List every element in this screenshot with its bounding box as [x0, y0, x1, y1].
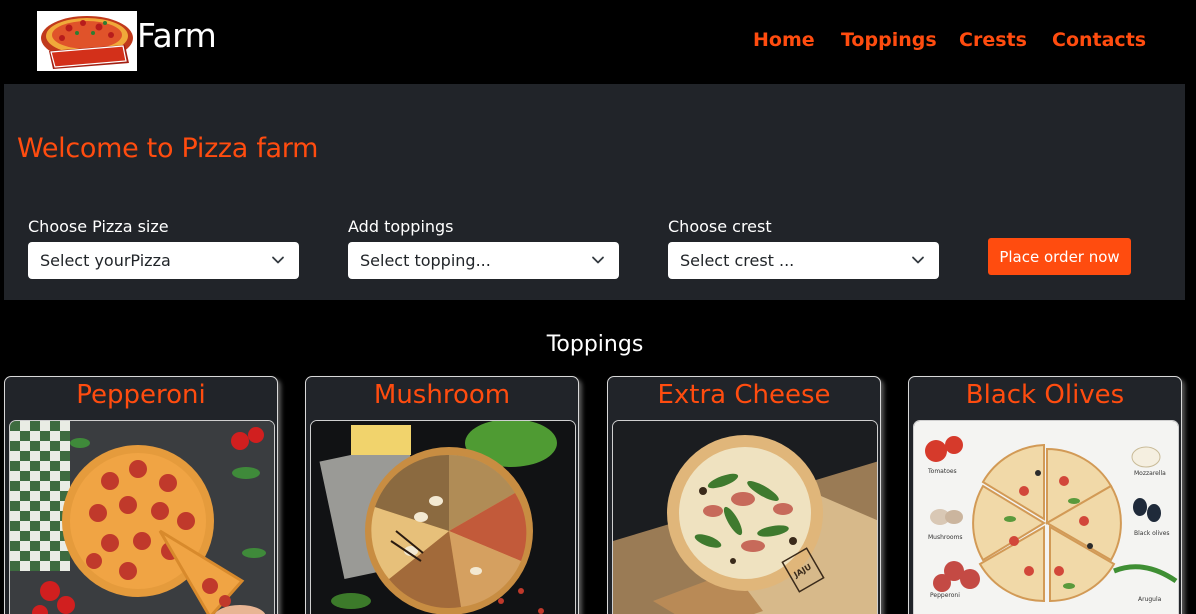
topping-card-extra-cheese[interactable]: Extra Cheese JAJU — [607, 376, 881, 614]
nav-toppings[interactable]: Toppings — [841, 29, 937, 51]
pizza-size-select[interactable]: Select yourPizza — [28, 242, 299, 279]
crest-value: Select crest ... — [680, 251, 795, 270]
nav-contacts[interactable]: Contacts — [1052, 29, 1146, 51]
topping-card-title: Black Olives — [965, 380, 1125, 410]
label-mushrooms: Mushrooms — [928, 534, 963, 541]
topping-card-title: Mushroom — [373, 380, 511, 410]
chevron-down-icon — [272, 256, 284, 264]
topping-card-pepperoni[interactable]: Pepperoni — [4, 376, 278, 614]
nav-home[interactable]: Home — [753, 29, 815, 51]
crest-label: Choose crest — [668, 217, 772, 236]
toppings-value: Select topping... — [360, 251, 491, 270]
toppings-select[interactable]: Select topping... — [348, 242, 619, 279]
black-olives-illustration: Tomatoes Mozzarella Mushrooms Black oliv… — [913, 420, 1179, 614]
label-mozzarella: Mozzarella — [1134, 470, 1166, 477]
topping-card-title: Extra Cheese — [657, 380, 831, 410]
pizza-size-value: Select yourPizza — [40, 251, 171, 270]
topping-card-black-olives[interactable]: Black Olives Tomatoes Mozzarella Mushroo… — [908, 376, 1182, 614]
topping-card-title: Pepperoni — [76, 380, 206, 410]
navbar: Farm Home Toppings Crests Contacts — [0, 0, 1196, 84]
toppings-section-title: Toppings — [546, 332, 644, 357]
brand-name[interactable]: Farm — [137, 16, 217, 55]
mushroom-pizza-image — [310, 420, 576, 614]
toppings-label: Add toppings — [348, 217, 454, 236]
label-black-olives: Black olives — [1134, 530, 1170, 537]
topping-card-mushroom[interactable]: Mushroom — [305, 376, 579, 614]
label-pepperoni: Pepperoni — [930, 592, 960, 599]
pizza-size-label: Choose Pizza size — [28, 217, 169, 236]
pepperoni-pizza-image: alamy — [9, 420, 275, 614]
extra-cheese-pizza-image: JAJU — [612, 420, 878, 614]
place-order-button[interactable]: Place order now — [988, 238, 1131, 275]
chevron-down-icon — [592, 256, 604, 264]
label-arugula: Arugula — [1138, 596, 1162, 603]
crest-select[interactable]: Select crest ... — [668, 242, 939, 279]
welcome-heading: Welcome to Pizza farm — [17, 133, 319, 164]
nav-crests[interactable]: Crests — [959, 29, 1027, 51]
label-tomatoes: Tomatoes — [927, 468, 957, 475]
order-panel: Welcome to Pizza farm Choose Pizza size … — [4, 84, 1185, 300]
chevron-down-icon — [912, 256, 924, 264]
pizza-logo[interactable] — [37, 11, 137, 71]
